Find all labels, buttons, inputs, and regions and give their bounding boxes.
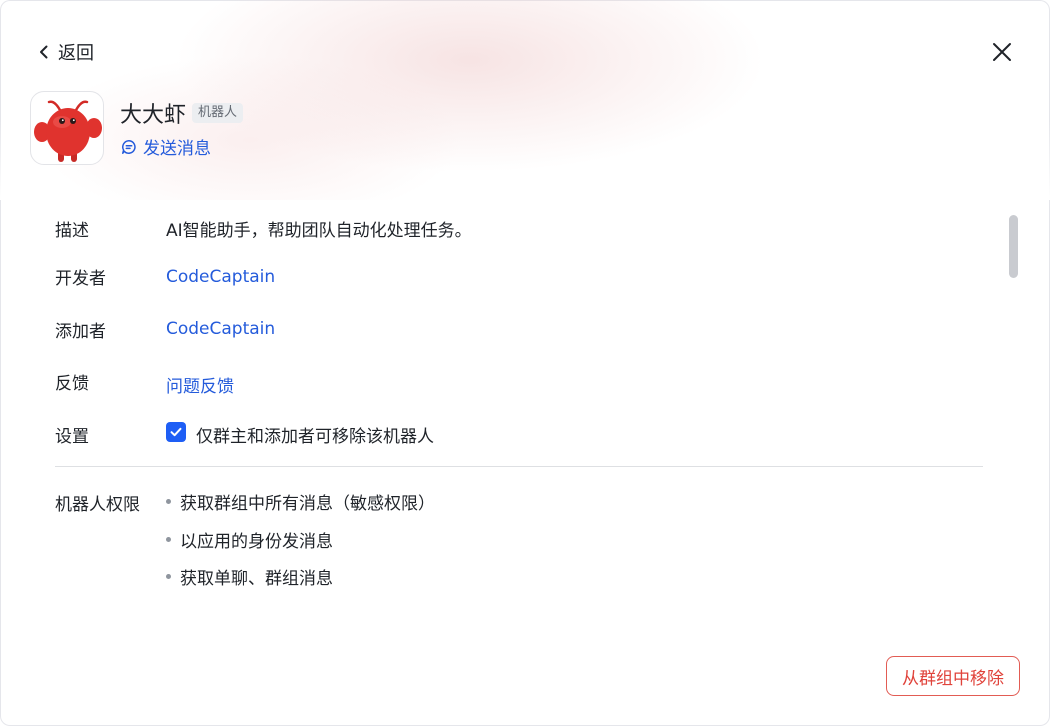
permission-item: 获取单聊、群组消息 — [166, 564, 333, 589]
bullet-icon — [166, 499, 171, 504]
permission-text: 获取单聊、群组消息 — [180, 569, 333, 589]
chevron-left-icon — [40, 45, 48, 59]
permission-text: 以应用的身份发消息 — [180, 532, 333, 552]
adder-link[interactable]: CodeCaptain — [166, 319, 275, 339]
developer-label: 开发者 — [55, 269, 106, 289]
description-label: 描述 — [55, 221, 89, 241]
remove-permission-checkbox[interactable] — [166, 422, 186, 442]
settings-option-label: 仅群主和添加者可移除该机器人 — [196, 427, 434, 447]
divider — [55, 466, 983, 467]
checkmark-icon — [170, 427, 182, 437]
bot-name: 大大虾 — [120, 103, 187, 128]
bot-tag-badge: 机器人 — [192, 103, 244, 123]
adder-label: 添加者 — [55, 322, 106, 342]
developer-link[interactable]: CodeCaptain — [166, 267, 275, 287]
permissions-label: 机器人权限 — [55, 495, 140, 515]
back-label: 返回 — [58, 43, 94, 64]
chat-bubble-icon — [122, 139, 136, 154]
send-message-label: 发送消息 — [143, 139, 211, 159]
close-icon — [993, 43, 1011, 61]
settings-label: 设置 — [55, 427, 89, 447]
permission-item: 以应用的身份发消息 — [166, 527, 333, 552]
feedback-label: 反馈 — [55, 374, 89, 394]
bot-profile-dialog: 返回 大大虾 机器人 发送消息 描述 AI智能助手，帮助团队自动化处理任务。 开… — [0, 0, 1050, 726]
permission-text: 获取群组中所有消息（敏感权限） — [180, 494, 435, 514]
bot-avatar — [30, 91, 104, 165]
bot-title: 大大虾 机器人 — [120, 98, 244, 128]
back-button[interactable]: 返回 — [36, 38, 94, 66]
lobster-mascot-icon — [34, 100, 102, 162]
remove-from-group-button[interactable]: 从群组中移除 — [886, 656, 1020, 696]
permission-item: 获取群组中所有消息（敏感权限） — [166, 489, 435, 514]
close-button[interactable] — [988, 38, 1016, 66]
bullet-icon — [166, 574, 171, 579]
description-value: AI智能助手，帮助团队自动化处理任务。 — [166, 221, 472, 241]
bullet-icon — [166, 537, 171, 542]
feedback-link[interactable]: 问题反馈 — [166, 372, 234, 397]
send-message-link[interactable]: 发送消息 — [121, 134, 211, 159]
scrollbar-thumb[interactable] — [1009, 215, 1018, 278]
